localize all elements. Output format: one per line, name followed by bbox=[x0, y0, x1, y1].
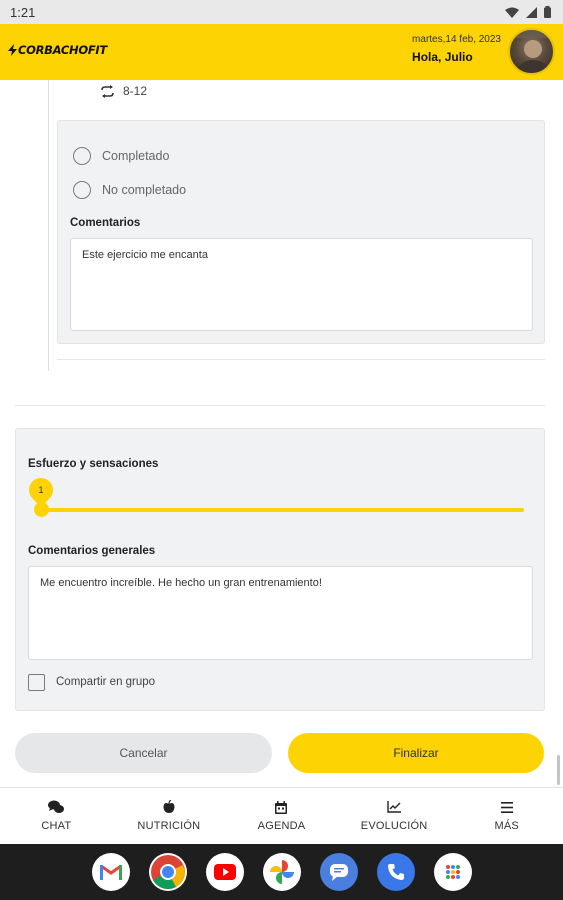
nav-agenda[interactable]: AGENDA bbox=[225, 788, 338, 844]
share-group-label: Compartir en grupo bbox=[56, 676, 156, 688]
cancel-button[interactable]: Cancelar bbox=[15, 733, 272, 773]
nav-evolution-label: EVOLUCIÓN bbox=[360, 820, 428, 832]
header-greeting-block: martes,14 feb, 2023 Hola, Julio bbox=[412, 34, 501, 64]
effort-label: Esfuerzo y sensaciones bbox=[28, 458, 159, 470]
reps-row: 8-12 bbox=[100, 84, 147, 98]
nav-more[interactable]: MÁS bbox=[450, 788, 563, 844]
avatar[interactable] bbox=[508, 28, 555, 75]
general-comments-label: Comentarios generales bbox=[28, 545, 156, 557]
wifi-icon bbox=[505, 7, 519, 18]
messages-icon[interactable] bbox=[319, 853, 358, 891]
nav-chat-label: CHAT bbox=[41, 820, 72, 832]
reps-value: 8-12 bbox=[123, 84, 148, 98]
divider bbox=[15, 405, 545, 406]
brand-logo: CORBACHOFIT bbox=[8, 43, 107, 57]
share-group-checkbox[interactable] bbox=[28, 674, 45, 691]
nav-more-label: MÁS bbox=[494, 820, 519, 832]
photos-icon[interactable] bbox=[262, 853, 301, 891]
effort-card: Esfuerzo y sensaciones 1 Comentarios gen… bbox=[15, 428, 545, 711]
exercise-feedback-card: Completado No completado Comentarios Est… bbox=[57, 120, 545, 344]
divider bbox=[57, 359, 545, 360]
signal-icon bbox=[526, 6, 537, 18]
comments-label: Comentarios bbox=[70, 217, 141, 229]
nav-evolution[interactable]: EVOLUCIÓN bbox=[338, 788, 451, 844]
radio-completed[interactable] bbox=[73, 147, 91, 165]
slider-value-text: 1 bbox=[38, 485, 44, 495]
app-drawer-icon[interactable] bbox=[433, 853, 472, 891]
system-dock bbox=[0, 844, 563, 900]
exercise-comments-field[interactable]: Este ejercicio me encanta bbox=[70, 238, 533, 331]
option-completed-label: Completado bbox=[102, 149, 170, 163]
status-icons bbox=[505, 6, 551, 18]
menu-icon bbox=[500, 800, 513, 814]
effort-slider-thumb[interactable] bbox=[34, 502, 49, 517]
header-greeting: Hola, Julio bbox=[412, 50, 473, 64]
option-completed[interactable]: Completado bbox=[73, 147, 169, 165]
youtube-icon[interactable] bbox=[205, 853, 244, 891]
option-not-completed[interactable]: No completado bbox=[73, 181, 186, 199]
scrollbar[interactable] bbox=[557, 755, 560, 785]
finish-button[interactable]: Finalizar bbox=[288, 733, 544, 773]
effort-slider-track[interactable] bbox=[41, 508, 524, 512]
general-comments-field[interactable]: Me encuentro increíble. He hecho un gran… bbox=[28, 566, 533, 660]
header-date: martes,14 feb, 2023 bbox=[412, 34, 501, 45]
radio-not-completed[interactable] bbox=[73, 181, 91, 199]
bottom-nav: CHAT NUTRICIÓN AGENDA EVOLUCIÓN MÁS bbox=[0, 787, 563, 844]
app-header: CORBACHOFIT martes,14 feb, 2023 Hola, Ju… bbox=[0, 24, 563, 80]
nav-agenda-label: AGENDA bbox=[257, 820, 306, 832]
apple-icon bbox=[163, 800, 175, 814]
battery-icon bbox=[544, 6, 551, 18]
status-time: 1:21 bbox=[10, 4, 36, 20]
gmail-icon[interactable] bbox=[91, 853, 130, 891]
nav-chat[interactable]: CHAT bbox=[0, 788, 113, 844]
bolt-icon bbox=[8, 44, 17, 56]
status-bar: 1:21 bbox=[0, 0, 563, 24]
option-not-completed-label: No completado bbox=[102, 183, 187, 197]
chart-icon bbox=[387, 800, 402, 814]
nav-nutrition-label: NUTRICIÓN bbox=[137, 820, 201, 832]
nav-nutrition[interactable]: NUTRICIÓN bbox=[113, 788, 226, 844]
timeline-line bbox=[48, 80, 49, 371]
phone-icon[interactable] bbox=[376, 853, 415, 891]
chat-icon bbox=[48, 800, 65, 814]
workout-content[interactable]: 8-12 Completado No completado Comentario… bbox=[0, 80, 563, 787]
avatar-photo-icon bbox=[510, 30, 553, 73]
chrome-icon[interactable] bbox=[148, 853, 187, 891]
repeat-icon bbox=[101, 84, 114, 98]
brand-name: CORBACHOFIT bbox=[18, 43, 107, 57]
calendar-icon bbox=[275, 800, 288, 814]
